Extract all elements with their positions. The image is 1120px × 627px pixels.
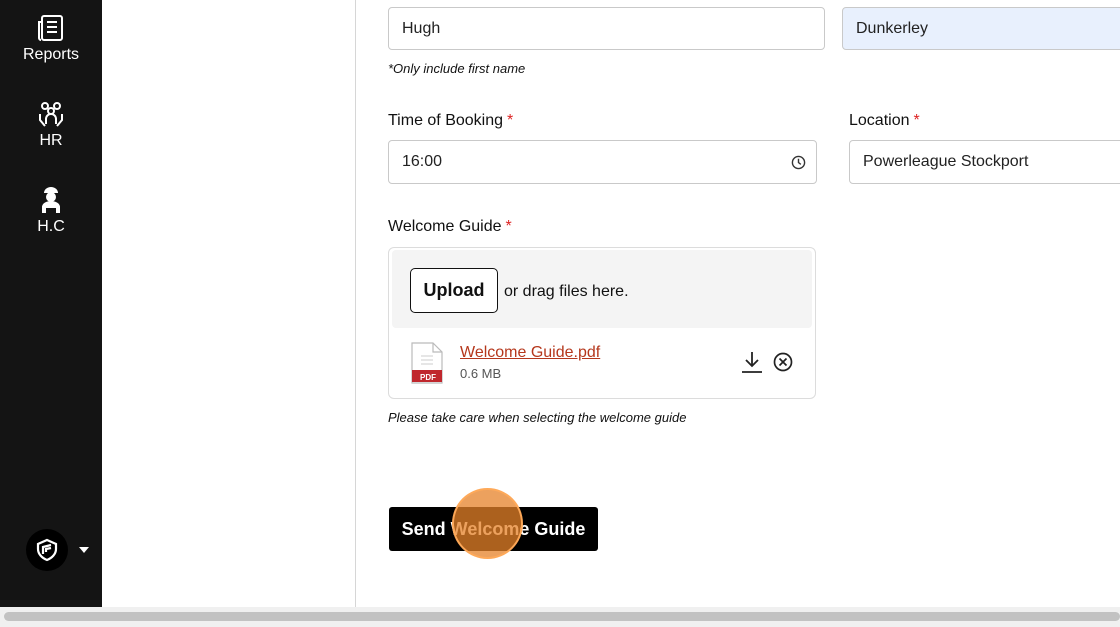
file-upload-dropzone[interactable]: Upload or drag files here. PDF Welcome G… [388,247,816,399]
shield-logo-icon [26,529,68,571]
first-name-input[interactable]: Hugh [388,7,825,50]
time-value: 16:00 [402,153,443,170]
person-icon [37,186,65,214]
welcome-guide-label: Welcome Guide * [388,218,512,235]
location-input[interactable]: Powerleague Stockport [849,140,1120,184]
chevron-down-icon [79,547,89,553]
account-menu[interactable] [26,529,89,571]
sidebar-item-hc[interactable]: H.C [0,186,102,236]
uploaded-file-link[interactable]: Welcome Guide.pdf [460,344,600,362]
sidebar-item-reports[interactable]: Reports [0,14,102,64]
file-size: 0.6 MB [460,366,502,381]
download-icon[interactable] [741,350,763,379]
upload-drop-area[interactable]: Upload or drag files here. [392,250,812,328]
sidebar-item-label: H.C [37,218,65,235]
sidebar-item-label: Reports [22,46,80,63]
last-name-input[interactable]: Dunkerley [842,7,1120,50]
reports-icon [37,14,65,42]
location-value: Powerleague Stockport [863,153,1029,170]
remove-file-icon[interactable] [773,352,793,377]
required-marker: * [505,218,512,235]
time-of-booking-label: Time of Booking * [388,112,514,129]
sidebar: Reports HR H.C [0,0,102,607]
pdf-badge: PDF [420,373,436,382]
time-of-booking-input[interactable]: 16:00 [388,140,817,184]
sidebar-item-hr[interactable]: HR [0,100,102,150]
drag-files-text: or drag files here. [504,283,629,300]
first-name-value: Hugh [402,19,441,37]
first-name-hint: *Only include first name [388,61,526,76]
location-label: Location * [849,112,920,129]
panel-divider [355,0,356,607]
required-marker: * [507,112,514,129]
hr-people-icon [37,100,65,128]
sidebar-item-label: HR [39,132,63,149]
send-welcome-guide-button[interactable]: Send Welcome Guide [389,507,598,551]
welcome-guide-hint: Please take care when selecting the welc… [388,410,687,425]
required-marker: * [913,112,920,129]
upload-button[interactable]: Upload [410,268,498,313]
scrollbar-thumb[interactable] [4,612,1120,621]
last-name-value: Dunkerley [856,19,929,37]
clock-icon[interactable] [791,155,806,175]
